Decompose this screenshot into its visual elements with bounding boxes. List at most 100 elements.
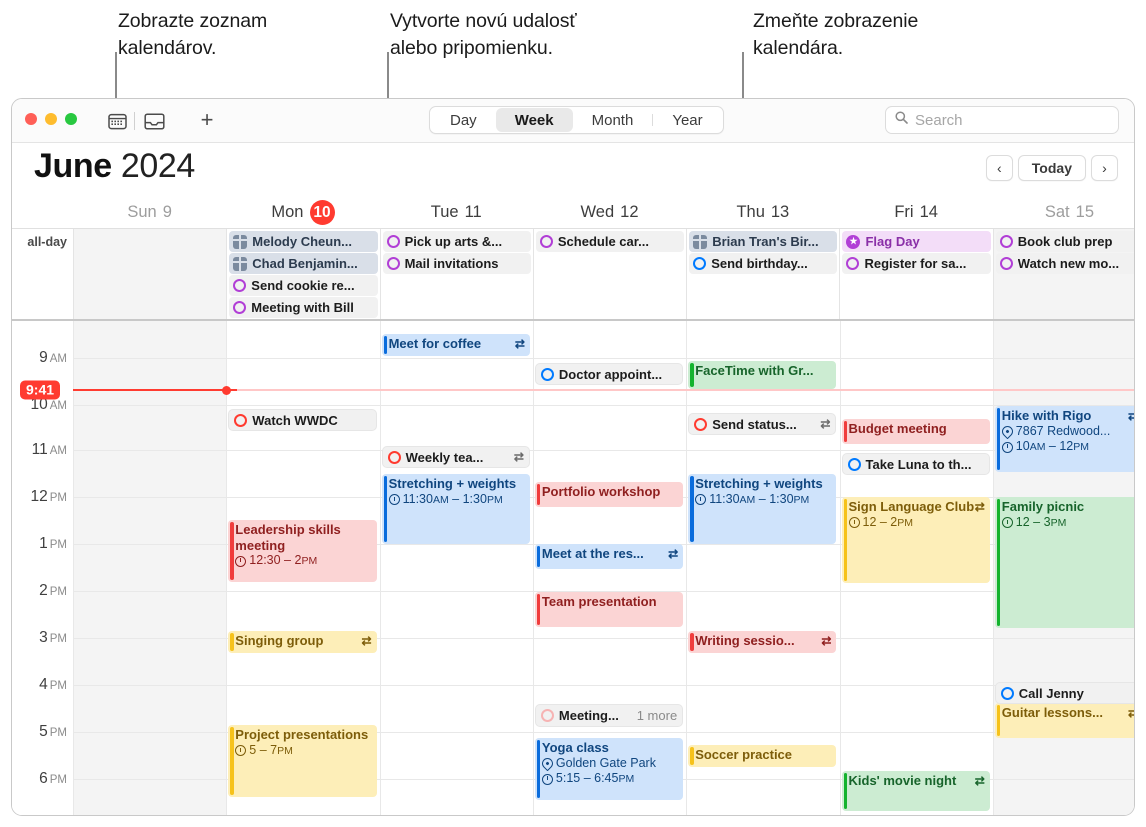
all-day-birthday[interactable]: Chad Benjamin... <box>229 253 378 274</box>
close-button[interactable] <box>25 113 37 125</box>
gift-icon <box>233 256 248 271</box>
reminder-checkbox[interactable] <box>386 257 400 270</box>
more-events-label[interactable]: 1 more <box>637 708 677 723</box>
timed-reminder[interactable]: Call Jenny <box>994 682 1134 704</box>
calendar-event[interactable]: Portfolio workshop <box>534 482 684 507</box>
all-day-column-wed[interactable]: Schedule car... <box>532 229 686 319</box>
hour-line <box>73 405 1134 406</box>
day-name: Sat <box>1044 203 1070 221</box>
calendar-event[interactable]: Sign Language Club 12 – 2PM ⇄ <box>841 497 990 583</box>
all-day-column-tue[interactable]: Pick up arts &... Mail invitations <box>379 229 533 319</box>
inbox-icon[interactable] <box>143 110 165 132</box>
calendar-event[interactable]: FaceTime with Gr... <box>688 361 837 389</box>
day-header-thu[interactable]: Thu 13 <box>686 197 839 228</box>
maximize-button[interactable] <box>65 113 77 125</box>
calendar-event[interactable]: Leadership skills meeting 12:30 – 2PM <box>228 520 377 582</box>
timed-reminder[interactable]: Take Luna to th... <box>841 453 990 475</box>
reminder-checkbox[interactable] <box>693 257 707 270</box>
reminder-checkbox[interactable] <box>846 257 860 270</box>
calendar-event[interactable]: Singing group ⇄ <box>228 631 377 653</box>
all-day-column-thu[interactable]: Brian Tran's Bir... Send birthday... <box>686 229 839 319</box>
all-day-reminder[interactable]: Watch new mo... <box>995 253 1134 274</box>
event-title: Sign Language Club <box>848 499 975 514</box>
search-field[interactable] <box>885 106 1119 134</box>
calendar-event[interactable]: Kids' movie night ⇄ <box>841 771 990 811</box>
grid-column-tue[interactable] <box>379 321 533 815</box>
timed-reminder[interactable]: Weekly tea... ⇄ <box>381 446 530 468</box>
view-segmented-control[interactable]: Day Week Month Year <box>429 106 724 134</box>
reminder-checkbox[interactable] <box>233 279 247 292</box>
reminder-checkbox[interactable] <box>386 235 400 248</box>
tab-week[interactable]: Week <box>495 108 573 132</box>
calendar-list-icon[interactable] <box>106 110 128 132</box>
event-title: Guitar lessons... <box>1001 705 1103 720</box>
all-day-column-fri[interactable]: ★ Flag Day Register for sa... <box>839 229 992 319</box>
all-day-reminder[interactable]: Send cookie re... <box>229 275 378 296</box>
time-grid[interactable]: Meet for coffee ⇄ Doctor appoint... FaceTim… <box>12 321 1134 815</box>
calendar-event[interactable]: Meet for coffee ⇄ <box>381 334 530 356</box>
reminder-checkbox[interactable] <box>1000 686 1014 700</box>
calendar-event[interactable]: Meet at the res... ⇄ <box>534 544 684 569</box>
reminder-checkbox[interactable] <box>694 417 708 431</box>
all-day-reminder[interactable]: Register for sa... <box>842 253 991 274</box>
event-color-bar <box>843 773 847 809</box>
day-header-tue[interactable]: Tue 11 <box>380 197 533 228</box>
calendar-event[interactable]: Stretching + weights 11:30AM – 1:30PM <box>688 474 837 544</box>
all-day-reminder[interactable]: Mail invitations <box>382 253 531 274</box>
search-input[interactable] <box>915 111 1109 129</box>
all-day-column-sat[interactable]: Book club prep Watch new mo... <box>992 229 1134 319</box>
reminder-checkbox[interactable] <box>233 301 247 314</box>
event-time: 12:30 – 2PM <box>235 553 372 570</box>
all-day-reminder[interactable]: Meeting with Bill <box>229 297 378 318</box>
grid-column-sun[interactable] <box>73 321 227 815</box>
day-header-sun[interactable]: Sun 9 <box>73 197 226 228</box>
calendar-event[interactable]: Writing sessio... ⇄ <box>688 631 837 653</box>
day-header-sat[interactable]: Sat 15 <box>993 197 1134 228</box>
timed-reminder[interactable]: Doctor appoint... <box>534 363 684 385</box>
event-time: 12 – 3PM <box>1001 515 1134 532</box>
all-day-column-mon[interactable]: Melody Cheun... Chad Benjamin... Send cook… <box>226 229 379 319</box>
calendar-event[interactable]: Guitar lessons... ⇄ <box>994 703 1134 738</box>
next-week-button[interactable]: › <box>1091 155 1118 181</box>
today-button[interactable]: Today <box>1017 155 1086 181</box>
reminder-checkbox[interactable] <box>999 257 1013 270</box>
all-day-reminder[interactable]: Pick up arts &... <box>382 231 531 252</box>
all-day-holiday[interactable]: ★ Flag Day <box>842 231 991 252</box>
tab-month[interactable]: Month <box>573 108 653 132</box>
calendar-event[interactable]: Budget meeting <box>841 419 990 444</box>
calendar-event[interactable]: Project presentations 5 – 7PM <box>228 725 377 797</box>
timed-reminder[interactable]: Send status... ⇄ <box>688 413 837 435</box>
calendar-event[interactable]: Hike with Rigo 7867 Redwood... 10AM – 12PM… <box>994 406 1134 472</box>
all-day-birthday[interactable]: Brian Tran's Bir... <box>689 231 838 252</box>
calendar-event[interactable]: Soccer practice <box>688 745 837 767</box>
day-header-mon[interactable]: Mon 10 <box>226 197 379 228</box>
minimize-button[interactable] <box>45 113 57 125</box>
timed-reminder[interactable]: Meeting... 1 more <box>534 704 684 727</box>
all-day-reminder[interactable]: Schedule car... <box>535 231 685 252</box>
all-day-reminder[interactable]: Book club prep <box>995 231 1134 252</box>
day-header-wed[interactable]: Wed 12 <box>533 197 686 228</box>
tab-year[interactable]: Year <box>653 108 721 132</box>
calendar-event[interactable]: Team presentation <box>534 592 684 627</box>
reminder-checkbox[interactable] <box>387 450 401 464</box>
reminder-checkbox[interactable] <box>540 709 554 722</box>
grid-column-thu[interactable] <box>686 321 839 815</box>
all-day-column-sun[interactable] <box>73 229 227 319</box>
all-day-birthday[interactable]: Melody Cheun... <box>229 231 378 252</box>
calendar-event[interactable]: Yoga class Golden Gate Park 5:15 – 6:45PM <box>534 738 684 800</box>
reminder-checkbox[interactable] <box>539 235 553 248</box>
calendar-event[interactable]: Stretching + weights 11:30AM – 1:30PM <box>381 474 530 544</box>
reminder-checkbox[interactable] <box>540 367 554 381</box>
day-header-fri[interactable]: Fri 14 <box>839 197 992 228</box>
reminder-checkbox[interactable] <box>847 457 861 471</box>
calendar-event[interactable]: Family picnic 12 – 3PM <box>994 497 1134 628</box>
timed-reminder[interactable]: Watch WWDC <box>228 409 377 431</box>
prev-week-button[interactable]: ‹ <box>985 155 1013 181</box>
tab-day[interactable]: Day <box>431 108 496 132</box>
day-number: 15 <box>1075 203 1094 221</box>
reminder-checkbox[interactable] <box>234 413 248 427</box>
reminder-checkbox[interactable] <box>999 235 1013 248</box>
add-event-button[interactable]: + <box>196 109 218 131</box>
hour-number: 5 <box>39 723 48 740</box>
all-day-reminder[interactable]: Send birthday... <box>689 253 838 274</box>
